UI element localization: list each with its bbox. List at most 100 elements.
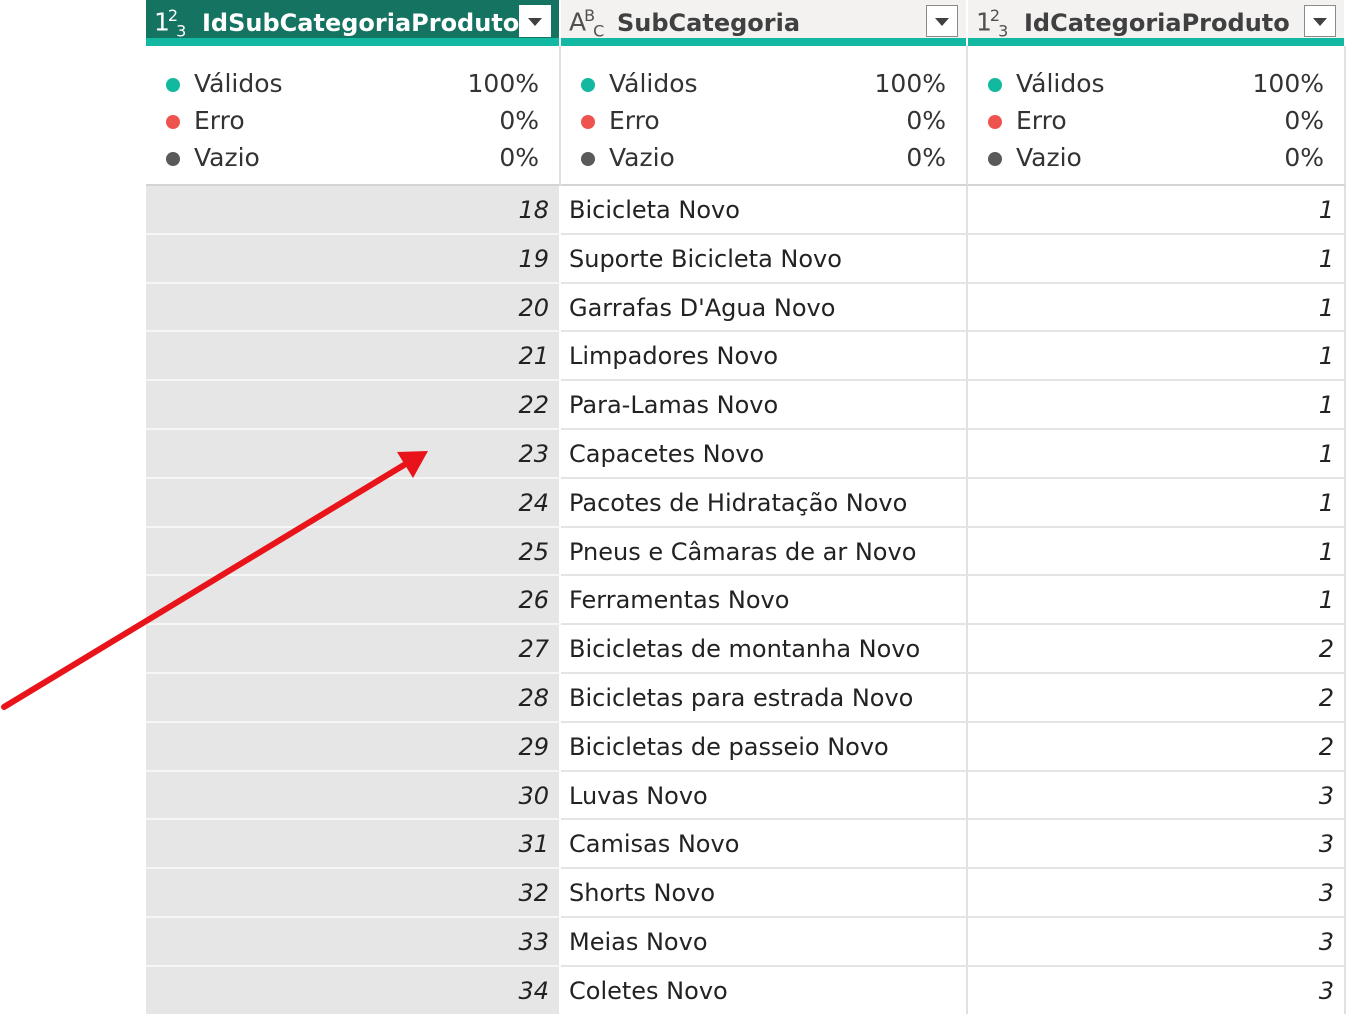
column-quality-summary: Válidos 100% Erro 0% Vazio 0%: [968, 46, 1346, 186]
cell-value: 33: [518, 927, 549, 956]
table-cell[interactable]: Bicicletas para estrada Novo: [561, 673, 968, 723]
cell-value: 1: [1318, 537, 1334, 566]
chevron-down-icon[interactable]: [1304, 5, 1336, 37]
quality-empty: Vazio 0%: [968, 143, 1344, 173]
column-idsubcategoriaproduto: 123 IdSubCategoriaProduto Válidos 100% E…: [146, 0, 561, 1014]
table-cell[interactable]: 1: [968, 527, 1346, 577]
cell-value: Camisas Novo: [569, 830, 740, 859]
table-cell[interactable]: Bicicletas de montanha Novo: [561, 625, 968, 674]
table-cell[interactable]: 3: [968, 966, 1346, 1014]
cell-value: 1: [1318, 293, 1334, 322]
column-header-label: IdCategoriaProduto: [1024, 9, 1290, 37]
table-cell[interactable]: 2: [968, 673, 1346, 723]
column-quality-bar: [968, 38, 1344, 46]
table-cell[interactable]: Para-Lamas Novo: [561, 381, 968, 430]
column-header-label: SubCategoria: [617, 9, 801, 37]
table-cell[interactable]: Capacetes Novo: [561, 429, 968, 479]
table-cell[interactable]: Camisas Novo: [561, 820, 968, 870]
text-type-icon[interactable]: ABC: [569, 6, 604, 40]
table-cell[interactable]: 1: [968, 429, 1346, 479]
table-cell[interactable]: 1: [968, 576, 1346, 626]
cell-value: 24: [518, 488, 549, 517]
cell-value: Limpadores Novo: [569, 342, 779, 371]
cell-value: 30: [518, 781, 549, 810]
table-cell[interactable]: 2: [968, 625, 1346, 674]
table-cell[interactable]: 25: [146, 527, 561, 577]
empty-dot-icon: [166, 152, 180, 166]
table-cell[interactable]: 3: [968, 869, 1346, 918]
table-cell[interactable]: Limpadores Novo: [561, 332, 968, 382]
cell-value: 21: [518, 342, 549, 371]
table-cell[interactable]: 3: [968, 771, 1346, 821]
cell-value: 3: [1318, 976, 1334, 1005]
cell-value: 1: [1318, 488, 1334, 517]
table-cell[interactable]: 26: [146, 576, 561, 626]
cell-value: 1: [1318, 244, 1334, 273]
table-cell[interactable]: Pneus e Câmaras de ar Novo: [561, 527, 968, 577]
cell-value: 1: [1318, 342, 1334, 371]
table-cell[interactable]: Meias Novo: [561, 917, 968, 967]
table-cell[interactable]: 30: [146, 771, 561, 821]
cell-value: Bicicletas de montanha Novo: [569, 635, 921, 664]
whole-number-type-icon[interactable]: 123: [154, 6, 186, 40]
table-cell[interactable]: 21: [146, 332, 561, 382]
table-cell[interactable]: Pacotes de Hidratação Novo: [561, 478, 968, 528]
table-cell[interactable]: 18: [146, 186, 561, 235]
table-cell[interactable]: Garrafas D'Agua Novo: [561, 283, 968, 333]
chevron-down-icon[interactable]: [519, 5, 551, 37]
cell-value: 34: [518, 976, 549, 1005]
data-grid: 123 IdSubCategoriaProduto Válidos 100% E…: [146, 0, 1346, 1014]
whole-number-type-icon[interactable]: 123: [976, 6, 1008, 40]
cell-value: Pneus e Câmaras de ar Novo: [569, 537, 917, 566]
cell-value: Meias Novo: [569, 927, 708, 956]
column-header[interactable]: 123 IdCategoriaProduto: [968, 0, 1346, 46]
table-cell[interactable]: Suporte Bicicleta Novo: [561, 234, 968, 284]
cell-value: 2: [1318, 732, 1334, 761]
column-cells: Bicicleta Novo Suporte Bicicleta Novo Garr…: [561, 186, 968, 1014]
cell-value: 29: [518, 732, 549, 761]
cell-value: 1: [1318, 586, 1334, 615]
table-cell[interactable]: 28: [146, 673, 561, 723]
table-cell[interactable]: Coletes Novo: [561, 966, 968, 1014]
cell-value: 1: [1318, 196, 1334, 224]
table-cell[interactable]: Ferramentas Novo: [561, 576, 968, 626]
column-header[interactable]: ABC SubCategoria: [561, 0, 968, 46]
table-cell[interactable]: 34: [146, 966, 561, 1014]
table-cell[interactable]: 19: [146, 234, 561, 284]
cell-value: Pacotes de Hidratação Novo: [569, 488, 908, 517]
quality-valid: Válidos 100%: [968, 69, 1344, 99]
table-cell[interactable]: 24: [146, 478, 561, 528]
table-cell[interactable]: Luvas Novo: [561, 771, 968, 821]
cell-value: Para-Lamas Novo: [569, 391, 779, 420]
table-cell[interactable]: 1: [968, 283, 1346, 333]
table-cell[interactable]: 20: [146, 283, 561, 333]
table-cell[interactable]: Bicicletas de passeio Novo: [561, 722, 968, 772]
table-cell[interactable]: 29: [146, 722, 561, 772]
table-cell[interactable]: 27: [146, 625, 561, 674]
table-cell[interactable]: Shorts Novo: [561, 869, 968, 918]
table-cell[interactable]: 3: [968, 820, 1346, 870]
cell-value: 31: [518, 830, 549, 859]
table-cell[interactable]: 33: [146, 917, 561, 967]
column-quality-bar: [561, 38, 966, 46]
table-cell[interactable]: Bicicleta Novo: [561, 186, 968, 235]
table-cell[interactable]: 31: [146, 820, 561, 870]
cell-value: Capacetes Novo: [569, 439, 765, 468]
table-cell[interactable]: 1: [968, 332, 1346, 382]
table-cell[interactable]: 23: [146, 429, 561, 479]
table-cell[interactable]: 1: [968, 381, 1346, 430]
table-cell[interactable]: 1: [968, 478, 1346, 528]
cell-value: Coletes Novo: [569, 976, 728, 1005]
column-cells: 18 19 20 21 22 23 24 25 26 27 28 29 30 31 32 33 34: [146, 186, 561, 1014]
column-header[interactable]: 123 IdSubCategoriaProduto: [146, 0, 561, 46]
column-quality-summary: Válidos 100% Erro 0% Vazio 0%: [561, 46, 968, 186]
valid-dot-icon: [988, 78, 1002, 92]
table-cell[interactable]: 2: [968, 722, 1346, 772]
table-cell[interactable]: 1: [968, 234, 1346, 284]
table-cell[interactable]: 3: [968, 917, 1346, 967]
table-cell[interactable]: 1: [968, 186, 1346, 235]
chevron-down-icon[interactable]: [926, 5, 958, 37]
error-dot-icon: [166, 115, 180, 129]
table-cell[interactable]: 22: [146, 381, 561, 430]
table-cell[interactable]: 32: [146, 869, 561, 918]
